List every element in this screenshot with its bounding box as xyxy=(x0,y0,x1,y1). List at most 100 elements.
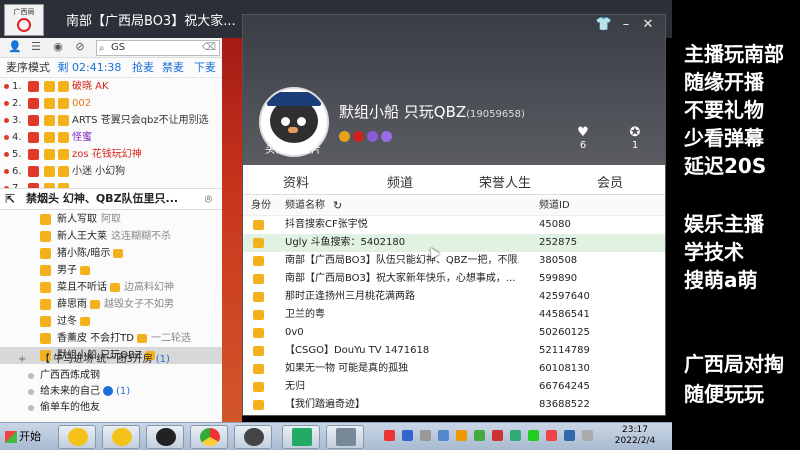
app-logo[interactable]: 广西局 xyxy=(4,4,44,36)
channel-row[interactable]: Ugly 斗鱼搜索：5402180 252875 xyxy=(243,234,665,252)
channel-id: 52114789 xyxy=(539,345,590,356)
tab-member[interactable]: 会员 xyxy=(597,172,623,191)
subchannel-row[interactable]: 偷单车的他友 xyxy=(0,400,222,416)
member-row[interactable]: 猪小陈/暗示 xyxy=(0,245,222,262)
tray-icon[interactable] xyxy=(510,430,521,441)
subchannel-name: 偷单车的他友 xyxy=(40,400,100,416)
channel-row[interactable]: 【CSGO】DouYu TV 1471618 52114789 xyxy=(243,342,665,360)
queue-row[interactable]: 1. 破晓 AK xyxy=(0,78,222,95)
tray-icon[interactable] xyxy=(438,430,449,441)
volume-icon[interactable] xyxy=(582,430,593,441)
member-row[interactable]: 过冬 xyxy=(0,313,222,330)
member-row[interactable]: 菜且不听话 边高料幻神 xyxy=(0,279,222,296)
likes-count: 6 xyxy=(579,140,587,151)
subchannel-row[interactable]: + 【 牛马进场 统一团3开房 (1) xyxy=(0,352,222,368)
channel-row[interactable]: 南部【广西局BO3】队伍只能幻神、QBZ一把，不限... 380508 xyxy=(243,252,665,270)
taskbar-app-game[interactable] xyxy=(234,425,272,449)
channel-row[interactable]: 如果无一物 可能是真的孤独 60108130 xyxy=(243,360,665,378)
member-row[interactable]: 男子 xyxy=(0,262,222,279)
tray-icon[interactable] xyxy=(492,430,503,441)
shirt-icon[interactable]: 👕 xyxy=(593,17,615,32)
member-tag: 越毁女子不如男 xyxy=(104,299,174,310)
tab-info[interactable]: 资料 xyxy=(283,172,309,191)
mic-timer: 02:41:38 xyxy=(72,61,122,74)
badge-icon xyxy=(113,248,124,258)
avatar-tab-card[interactable]: 名片 xyxy=(301,143,321,159)
queue-row[interactable]: 5. zos 花钱玩幻神 xyxy=(0,146,222,163)
member-row[interactable]: 新人写取 阿取 xyxy=(0,211,222,228)
member-row[interactable]: 新人王大莱 这连糊糊不杀 xyxy=(0,228,222,245)
queue-row[interactable]: 4. 怪蜜 xyxy=(0,129,222,146)
leave-mic-link[interactable]: 下麦 xyxy=(194,58,216,78)
group-icon[interactable]: ☰ xyxy=(30,41,42,53)
channel-row[interactable]: 那时正逢扬州三月桃花满两路 42597640 xyxy=(243,288,665,306)
member-name: 新人王大莱 这连糊糊不杀 xyxy=(57,228,171,245)
member-tag: 边高料幻神 xyxy=(124,282,174,293)
channel-row[interactable]: 卫兰的粤 44586541 xyxy=(243,306,665,324)
location-icon[interactable]: ◉ xyxy=(52,41,64,53)
queue-row[interactable]: 6. 小迷 小幻狗 xyxy=(0,163,222,180)
network-icon[interactable] xyxy=(564,430,575,441)
clear-icon[interactable]: ⌫ xyxy=(202,41,216,55)
grab-mic-link[interactable]: 抢麦 xyxy=(132,58,154,78)
minimize-icon[interactable]: – xyxy=(615,17,637,32)
expand-icon[interactable]: + xyxy=(18,352,26,368)
taskbar-app-monitor[interactable] xyxy=(282,425,320,449)
search-input[interactable]: ⌕ GS ⌫ xyxy=(96,40,220,56)
clock[interactable]: 23:17 2022/2/4 xyxy=(612,425,658,447)
search-value: GS xyxy=(111,42,126,53)
channel-id: 83688522 xyxy=(539,399,590,410)
taskbar-app-chrome[interactable] xyxy=(190,425,228,449)
location-pin-icon[interactable]: ⌾ xyxy=(205,189,212,209)
queue-row[interactable]: 2. 002 xyxy=(0,95,222,112)
close-icon[interactable]: ✕ xyxy=(637,17,659,32)
refresh-icon[interactable]: ↻ xyxy=(333,196,342,216)
channel-row[interactable]: 无归 66764245 xyxy=(243,378,665,396)
badge-icon xyxy=(137,333,147,343)
avatar-tab-photo[interactable]: 头像 xyxy=(265,143,285,159)
tray-icon[interactable] xyxy=(420,430,431,441)
tray-icon[interactable] xyxy=(456,430,467,441)
taskbar-app-obs[interactable] xyxy=(146,425,184,449)
nvidia-icon[interactable] xyxy=(528,430,539,441)
channel-id: 60108130 xyxy=(539,363,590,374)
queue-row[interactable]: 3. ARTS 苍翼只会qbz不让用别选 xyxy=(0,112,222,129)
window-icon xyxy=(336,428,356,446)
status-dot-icon xyxy=(4,118,9,123)
tab-honor[interactable]: 荣誉人生 xyxy=(479,172,531,191)
windows-icon xyxy=(5,431,17,443)
subchannel-row[interactable]: 给未来的自己 (1) xyxy=(0,384,222,400)
member-name: 猪小陈/暗示 xyxy=(57,245,124,262)
member-row[interactable]: 薛思雨 越毁女子不如男 xyxy=(0,296,222,313)
taskbar-app-yy-2[interactable] xyxy=(102,425,140,449)
channel-row[interactable]: 抖音搜索CF张宇悦 45080 xyxy=(243,216,665,234)
clock-date: 2022/2/4 xyxy=(614,436,656,446)
tray-icon[interactable] xyxy=(402,430,413,441)
queue-name: 破晓 AK xyxy=(72,81,109,92)
subchannel-row[interactable]: 广西西炼成钢 xyxy=(0,368,222,384)
channel-row[interactable]: 【我们踏遍奇迹】 83688522 xyxy=(243,396,665,414)
tray-icon[interactable] xyxy=(546,430,557,441)
ban-icon[interactable]: ⊘ xyxy=(74,41,86,53)
channel-row[interactable]: 南部【广西局BO3】祝大家新年快乐，心想事成，... 599890 xyxy=(243,270,665,288)
start-button[interactable]: 开始 xyxy=(2,426,52,448)
overlay-line: 主播玩南部 xyxy=(684,42,784,66)
crown-icon xyxy=(44,166,55,177)
ban-mic-link[interactable]: 禁麦 xyxy=(162,58,184,78)
user-icon[interactable]: 👤 xyxy=(8,41,22,53)
member-name: 薛思雨 越毁女子不如男 xyxy=(57,296,174,313)
input-method-icon[interactable] xyxy=(384,430,395,441)
column-channel-name: 频道名称 xyxy=(285,200,325,211)
panel-toolbar: 👤 ☰ ◉ ⊘ ⌕ GS ⌫ xyxy=(0,38,222,58)
medal-stat[interactable]: ✪ 1 xyxy=(615,125,655,151)
mic-mode-label: 麦序模式 xyxy=(6,61,50,74)
subchannel-name-text: 给未来的自己 xyxy=(40,386,100,397)
channel-row[interactable]: 0v0 50260125 xyxy=(243,324,665,342)
member-row[interactable]: 香薰皮 不会打TD 一二轮选 xyxy=(0,330,222,347)
tab-channel[interactable]: 频道 xyxy=(378,172,422,200)
likes-stat[interactable]: ♥ 6 xyxy=(563,125,603,151)
taskbar-app-window[interactable] xyxy=(326,425,364,449)
taskbar-app-yy[interactable] xyxy=(58,425,96,449)
back-icon[interactable]: ⇱ xyxy=(5,189,15,209)
tray-icon[interactable] xyxy=(474,430,485,441)
